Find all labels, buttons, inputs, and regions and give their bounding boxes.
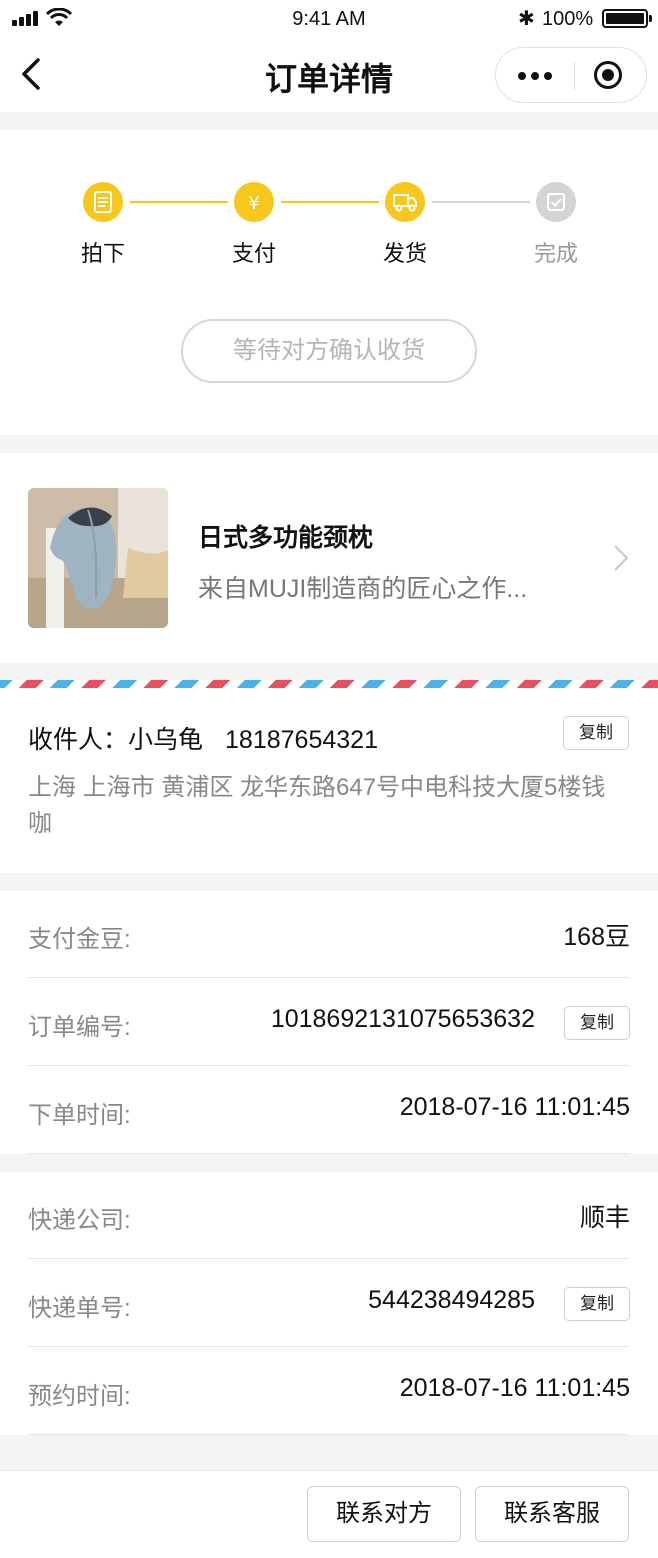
order-time-label: 下单时间: (28, 1102, 131, 1129)
recipient-label: 收件人： (28, 726, 129, 754)
step-completed: 完成 (506, 182, 606, 268)
copy-address-button[interactable]: 复制 (563, 716, 629, 750)
recipient-phone: 18187654321 (225, 726, 378, 754)
svg-text:¥: ¥ (248, 193, 259, 214)
appointment-label: 预约时间: (28, 1383, 131, 1410)
order-info: 支付金豆: 168豆 订单编号: 1018692131075653632 复制 … (0, 891, 658, 1154)
pay-value: 168豆 (563, 923, 630, 951)
recipient-line: 收件人：小乌龟 18187654321 (28, 720, 378, 756)
product-image (28, 488, 168, 628)
contact-service-button[interactable]: 联系客服 (475, 1486, 629, 1542)
tracking-row: 快递单号: 544238494285 复制 (28, 1260, 630, 1347)
copy-order-number-button[interactable]: 复制 (564, 1006, 630, 1040)
nav-bar: 订单详情 (0, 38, 658, 112)
close-mini-program-icon[interactable] (575, 48, 647, 102)
order-time-row: 下单时间: 2018-07-16 11:01:45 (28, 1067, 630, 1154)
product-name: 日式多功能颈枕 (198, 524, 374, 552)
copy-tracking-button[interactable]: 复制 (564, 1287, 630, 1321)
courier-row: 快递公司: 顺丰 (28, 1172, 630, 1259)
order-number-label: 订单编号: (28, 1014, 131, 1041)
battery-percent: 100% (542, 8, 594, 30)
order-number-value: 1018692131075653632 (270, 1005, 535, 1033)
tracking-label: 快递单号: (28, 1295, 131, 1322)
product-card[interactable]: 日式多功能颈枕 来自MUJI制造商的匠心之作... (0, 453, 658, 663)
step-label: 完成 (533, 241, 578, 266)
courier-value: 顺丰 (579, 1204, 630, 1232)
battery-icon (602, 9, 652, 28)
more-icon[interactable] (496, 48, 574, 102)
tracking-value: 544238494285 (368, 1286, 535, 1314)
order-number-row: 订单编号: 1018692131075653632 复制 (28, 979, 630, 1066)
pay-label: 支付金豆: (28, 926, 131, 953)
bluetooth-icon: ✱ (518, 8, 535, 30)
footer-bar: 联系对方 联系客服 (0, 1470, 658, 1558)
step-label: 发货 (382, 241, 427, 266)
chevron-right-icon (614, 545, 629, 571)
pay-row: 支付金豆: 168豆 (28, 891, 630, 978)
step-ordered: 拍下 (53, 182, 153, 268)
order-time-value: 2018-07-16 11:01:45 (399, 1093, 630, 1121)
check-icon (547, 193, 565, 211)
appointment-row: 预约时间: 2018-07-16 11:01:45 (28, 1348, 630, 1435)
status-bar: 9:41 AM ✱ 100% (0, 0, 658, 38)
truck-icon (393, 194, 417, 212)
contact-seller-button[interactable]: 联系对方 (307, 1486, 461, 1542)
step-label: 支付 (231, 241, 276, 266)
step-label: 拍下 (80, 241, 125, 266)
courier-label: 快递公司: (28, 1207, 131, 1234)
step-paid: ¥ 支付 (204, 182, 304, 268)
order-progress: 拍下 ¥ 支付 发货 完成 等待对方确认收货 (0, 130, 658, 435)
address-text: 上海 上海市 黄浦区 龙华东路647号中电科技大厦5楼钱咖 (28, 774, 606, 837)
mini-program-capsule (495, 47, 647, 103)
yen-icon: ¥ (248, 193, 259, 214)
product-description: 来自MUJI制造商的匠心之作... (198, 575, 528, 603)
step-shipped: 发货 (355, 182, 455, 268)
order-status-badge: 等待对方确认收货 (181, 319, 477, 383)
recipient-name: 小乌龟 (128, 726, 204, 754)
list-icon (94, 191, 112, 213)
appointment-value: 2018-07-16 11:01:45 (399, 1374, 630, 1402)
shipping-info: 快递公司: 顺丰 快递单号: 544238494285 复制 预约时间: 201… (0, 1172, 658, 1435)
airmail-border (0, 680, 658, 688)
shipping-address: 收件人：小乌龟 18187654321 复制 上海 上海市 黄浦区 龙华东路647… (0, 680, 658, 873)
